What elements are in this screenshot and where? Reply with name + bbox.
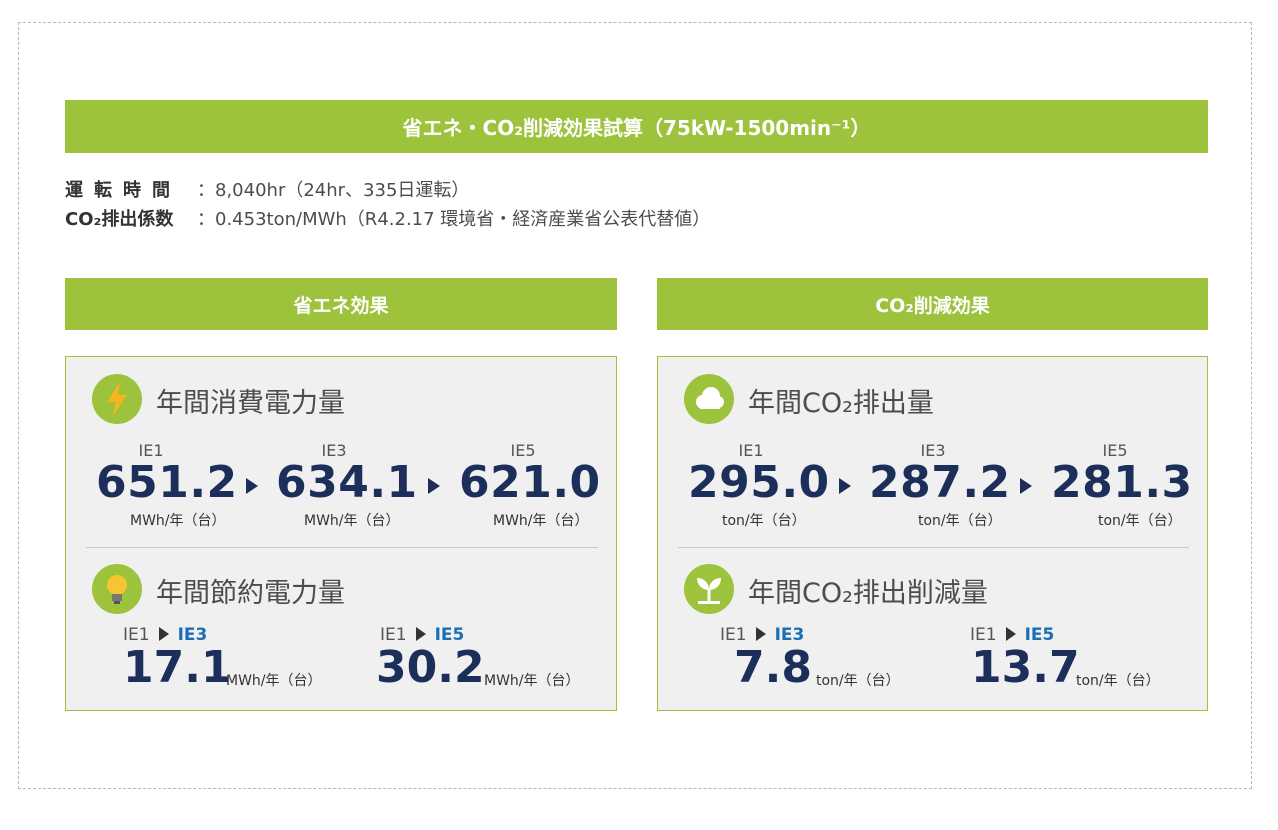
arrow-icon — [1005, 627, 1016, 641]
arrow-icon — [1020, 478, 1032, 494]
unit-label: MWh/年（台） — [226, 673, 322, 689]
savings-value: 17.1 — [123, 642, 232, 693]
unit-label: MWh/年（台） — [484, 673, 580, 689]
annual-savings-title: 年間節約電力量 — [156, 578, 345, 609]
co2-panel: 年間CO₂排出量 IE1 295.0 ton/年（台） IE3 287.2 to… — [657, 356, 1208, 711]
emission-value: 281.3 — [1051, 457, 1193, 508]
unit-label: MWh/年（台） — [493, 513, 589, 529]
co2-section-header: CO₂削減効果 — [657, 278, 1208, 330]
page-title: 省エネ・CO₂削減効果試算（75kW-1500min⁻¹） — [65, 100, 1208, 153]
arrow-icon — [839, 478, 851, 494]
unit-label: MWh/年（台） — [304, 513, 400, 529]
sprout-icon — [684, 564, 734, 614]
info-value: ：0.453ton/MWh（R4.2.17 環境省・経済産業省公表代替値） — [197, 209, 711, 230]
annual-reduction-title: 年間CO₂排出削減量 — [748, 578, 988, 609]
energy-section-header: 省エネ効果 — [65, 278, 617, 330]
reduction-value: 7.8 — [734, 642, 812, 693]
unit-label: ton/年（台） — [722, 513, 806, 529]
info-label: 運転時間 — [65, 180, 181, 201]
info-row-hours: 運転時間 ：8,040hr（24hr、335日運転） — [65, 176, 710, 205]
divider — [678, 547, 1189, 548]
annual-consumption-title: 年間消費電力量 — [156, 388, 345, 419]
reduction-value: 13.7 — [971, 642, 1080, 693]
info-value: ：8,040hr（24hr、335日運転） — [197, 180, 470, 201]
unit-label: ton/年（台） — [1098, 513, 1182, 529]
unit-label: ton/年（台） — [816, 673, 900, 689]
operating-conditions: 運転時間 ：8,040hr（24hr、335日運転） CO₂排出係数 ：0.453t… — [65, 176, 710, 234]
unit-label: MWh/年（台） — [130, 513, 226, 529]
energy-panel: 年間消費電力量 IE1 651.2 MWh/年（台） IE3 634.1 MWh… — [65, 356, 617, 711]
arrow-icon — [158, 627, 169, 641]
annual-emission-title: 年間CO₂排出量 — [748, 388, 934, 419]
lightning-icon — [92, 374, 142, 424]
info-label: CO₂排出係数 — [65, 209, 174, 230]
arrow-icon — [428, 478, 440, 494]
consumption-value: 634.1 — [276, 457, 418, 508]
emission-value: 295.0 — [688, 457, 830, 508]
cloud-icon — [684, 374, 734, 424]
consumption-value: 621.0 — [459, 457, 601, 508]
consumption-value: 651.2 — [96, 457, 238, 508]
arrow-icon — [246, 478, 258, 494]
arrow-icon — [415, 627, 426, 641]
info-row-co2-factor: CO₂排出係数 ：0.453ton/MWh（R4.2.17 環境省・経済産業省公表… — [65, 205, 710, 234]
unit-label: ton/年（台） — [1076, 673, 1160, 689]
unit-label: ton/年（台） — [918, 513, 1002, 529]
lightbulb-icon — [92, 564, 142, 614]
savings-value: 30.2 — [376, 642, 485, 693]
arrow-icon — [755, 627, 766, 641]
emission-value: 287.2 — [869, 457, 1011, 508]
divider — [86, 547, 598, 548]
